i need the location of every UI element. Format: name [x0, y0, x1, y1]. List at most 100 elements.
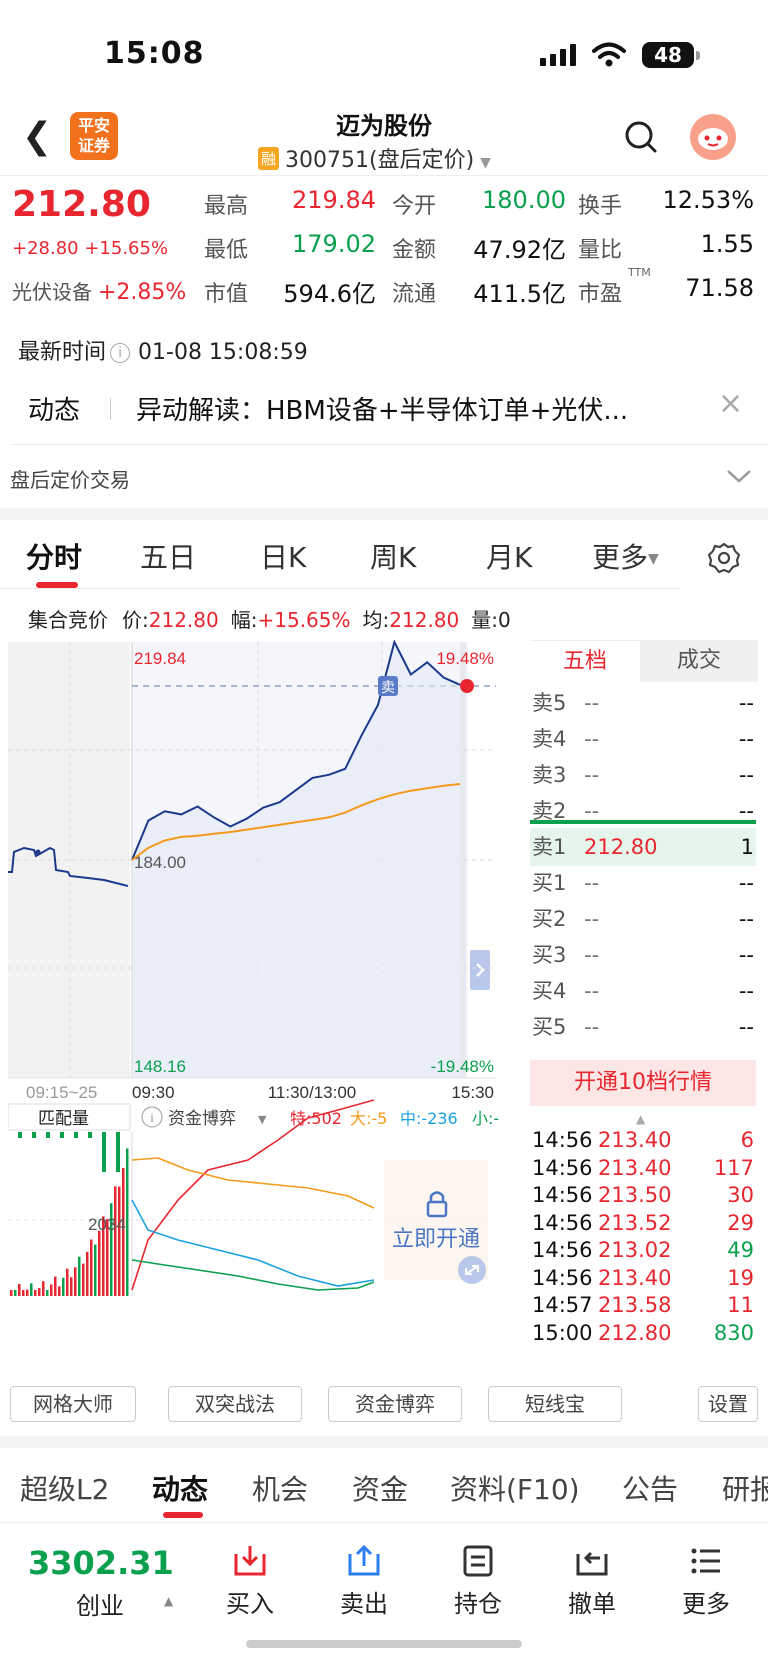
upgrade-ten-levels-button[interactable]: 开通10档行情: [530, 1060, 756, 1106]
level-label: 买3: [532, 943, 567, 967]
time-close: 15:30: [451, 1083, 494, 1102]
stat-value: 12.53%: [662, 186, 754, 214]
tool-grid-master[interactable]: 网格大师: [10, 1386, 136, 1422]
tab-research[interactable]: 研报: [722, 1468, 768, 1508]
cancel-order-label: 撤单: [568, 1590, 616, 1618]
ask-row[interactable]: 卖2 -- --: [530, 792, 756, 830]
chevron-up-icon[interactable]: ▲: [636, 1112, 645, 1126]
tab-trades[interactable]: 成交: [640, 640, 758, 682]
volume-bar: [34, 1290, 37, 1296]
info-tabs: 超级L2 动态 机会 资金 资料(F10) 公告 研报: [0, 1448, 768, 1522]
latest-time-label: 最新时间: [18, 340, 107, 365]
stock-code-selector[interactable]: 融 300751(盘后定价) ▼: [258, 142, 491, 174]
trade-price: 212.80: [598, 1320, 672, 1345]
stat-label: 量比: [578, 238, 623, 263]
sell-label: 卖出: [340, 1590, 388, 1618]
ask-row[interactable]: 卖1 212.80 1: [530, 828, 756, 866]
positions-label: 持仓: [454, 1590, 502, 1618]
volume-bar: [82, 1263, 85, 1296]
index-name[interactable]: 创业: [76, 1586, 124, 1621]
buy-button[interactable]: 买入: [210, 1544, 290, 1619]
stat-value: 594.6亿: [283, 280, 376, 308]
tool-fund-game[interactable]: 资金博弈: [328, 1386, 462, 1422]
ask-row[interactable]: 卖5 -- --: [530, 684, 756, 722]
cancel-order-button[interactable]: 撤单: [552, 1544, 632, 1619]
unlock-button[interactable]: 立即开通: [392, 1227, 480, 1252]
trade-row: 14:57 213.58 11: [530, 1291, 756, 1320]
latest-time-row: 最新时间 i 01-08 15:08:59: [18, 334, 308, 366]
tab-five-day[interactable]: 五日: [140, 536, 196, 576]
sub-zhong: 中:-236: [400, 1109, 458, 1128]
sector-link[interactable]: 光伏设备 +2.85%: [12, 276, 186, 305]
trade-volume: 19: [727, 1265, 754, 1290]
tab-funds[interactable]: 资金: [352, 1468, 408, 1508]
sell-button[interactable]: 卖出: [324, 1544, 404, 1619]
stat-label: 市盈: [578, 282, 623, 307]
tab-f10[interactable]: 资料(F10): [450, 1468, 580, 1508]
tool-short-line[interactable]: 短线宝: [488, 1386, 622, 1422]
more-button[interactable]: 更多: [666, 1544, 746, 1619]
time-auction: 09:15~25: [26, 1083, 97, 1102]
positions-button[interactable]: 持仓: [438, 1544, 518, 1619]
tab-opportunity[interactable]: 机会: [252, 1468, 308, 1508]
level-volume: --: [738, 763, 754, 787]
bid-row[interactable]: 买3 -- --: [530, 936, 756, 974]
bid-row[interactable]: 买5 -- --: [530, 1008, 756, 1046]
trade-row: 14:56 213.52 29: [530, 1209, 756, 1238]
sub-indicator-selector[interactable]: 资金博弈: [168, 1109, 236, 1129]
level-price: --: [584, 1015, 600, 1039]
level-price: --: [584, 763, 600, 787]
tab-announcements[interactable]: 公告: [622, 1468, 678, 1508]
trade-row: 14:56 213.50 30: [530, 1181, 756, 1210]
tab-super-l2[interactable]: 超级L2: [20, 1468, 109, 1508]
avatar[interactable]: [690, 114, 736, 160]
search-icon[interactable]: [624, 120, 658, 154]
ttm-superscript: TTM: [628, 266, 651, 279]
ask-row[interactable]: 卖4 -- --: [530, 720, 756, 758]
auction-label: 集合竞价: [28, 608, 108, 632]
bid-row[interactable]: 买4 -- --: [530, 972, 756, 1010]
stat-value: 47.92亿: [473, 236, 566, 264]
chevron-up-icon[interactable]: ▲: [164, 1594, 173, 1608]
trade-time: 14:56: [532, 1128, 593, 1152]
trade-time: 14:56: [532, 1238, 593, 1262]
sub-left-label: 匹配量: [38, 1109, 89, 1129]
intraday-chart[interactable]: 219.84 19.48% 184.00 148.16 -19.48% 卖 09…: [8, 640, 530, 1376]
level-price: --: [584, 727, 600, 751]
gear-icon[interactable]: [708, 542, 740, 574]
tab-five-levels[interactable]: 五档: [530, 640, 640, 682]
auction-vol-label: 量:: [471, 608, 498, 632]
index-value[interactable]: 3302.31: [28, 1544, 174, 1582]
close-icon[interactable]: ×: [718, 386, 743, 421]
trade-volume: 11: [727, 1293, 754, 1317]
tab-news[interactable]: 动态: [152, 1468, 208, 1508]
tool-settings[interactable]: 设置: [698, 1386, 758, 1422]
tab-month-k[interactable]: 月K: [486, 536, 532, 576]
trade-time: 15:00: [532, 1320, 593, 1345]
tab-week-k[interactable]: 周K: [370, 536, 416, 576]
status-time: 15:08: [104, 36, 205, 71]
tool-double-breakout[interactable]: 双突战法: [168, 1386, 302, 1422]
after-hours-label: 盘后定价交易: [10, 468, 130, 492]
info-icon[interactable]: i: [110, 343, 131, 363]
trade-time: 14:56: [532, 1265, 593, 1290]
volume-bar: [26, 1289, 29, 1296]
tab-intraday[interactable]: 分时: [26, 536, 82, 576]
bid-row[interactable]: 买1 -- --: [530, 864, 756, 902]
trade-time: 14:56: [532, 1155, 593, 1180]
battery-icon: 48: [642, 42, 700, 68]
bid-row[interactable]: 买2 -- --: [530, 900, 756, 938]
news-banner[interactable]: 动态 异动解读：HBM设备+半导体订单+光伏... ×: [0, 380, 768, 444]
time-mid: 11:30/13:00: [268, 1083, 357, 1102]
tab-more[interactable]: 更多▼: [592, 536, 659, 576]
latest-time: 01-08 15:08:59: [138, 340, 308, 365]
after-hours-row[interactable]: 盘后定价交易: [0, 446, 768, 508]
ask-row[interactable]: 卖3 -- --: [530, 756, 756, 794]
volume-bar: [114, 1186, 117, 1296]
volume-bar: [42, 1281, 45, 1296]
stat-value: 411.5亿: [473, 280, 566, 308]
level-price: --: [584, 799, 600, 823]
auction-price-label: 价:: [122, 608, 149, 632]
expand-handle[interactable]: [470, 950, 490, 990]
tab-day-k[interactable]: 日K: [260, 536, 306, 576]
